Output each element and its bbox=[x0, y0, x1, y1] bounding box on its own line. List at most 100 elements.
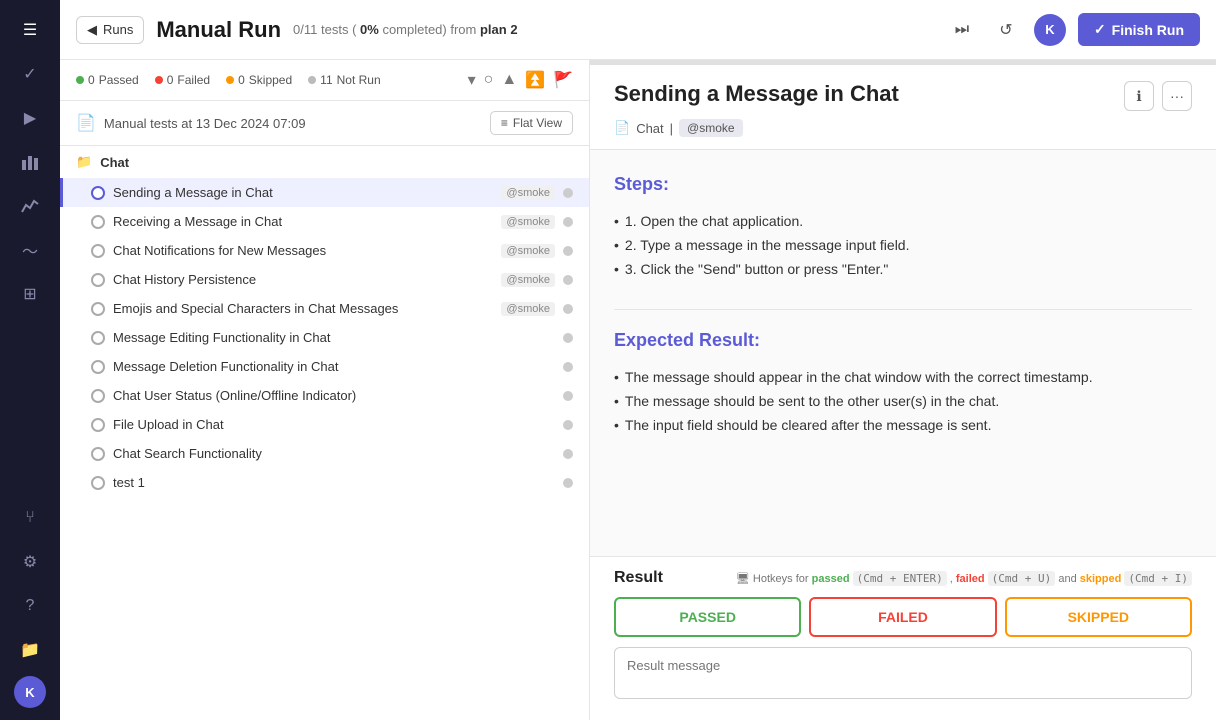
test-detail-actions: ℹ ··· bbox=[1124, 81, 1192, 111]
folder-icon[interactable]: 📁 bbox=[12, 632, 48, 668]
test-run-status bbox=[563, 275, 573, 285]
skipped-status: 0 Skipped bbox=[226, 73, 292, 87]
chat-folder-icon: 📁 bbox=[76, 154, 92, 170]
test-run-status bbox=[563, 362, 573, 372]
grid-icon[interactable]: ⊞ bbox=[12, 276, 48, 312]
test-list-header: 📄 Manual tests at 13 Dec 2024 07:09 ≡ Fl… bbox=[60, 101, 589, 146]
test-list-item[interactable]: Sending a Message in Chat@smoke bbox=[60, 178, 589, 207]
play-icon[interactable]: ▶ bbox=[12, 100, 48, 136]
step-item: 3. Click the "Send" button or press "Ent… bbox=[614, 257, 1192, 281]
steps-title: Steps: bbox=[614, 174, 1192, 195]
test-item-name: Chat Notifications for New Messages bbox=[113, 243, 493, 258]
test-list-item[interactable]: test 1 bbox=[60, 468, 589, 497]
branch-icon[interactable]: ⑂ bbox=[12, 500, 48, 536]
step-item: 2. Type a message in the message input f… bbox=[614, 233, 1192, 257]
steps-section: Steps: 1. Open the chat application.2. T… bbox=[614, 174, 1192, 281]
test-item-name: test 1 bbox=[113, 475, 555, 490]
expected-list: The message should appear in the chat wi… bbox=[614, 365, 1192, 437]
test-list-item[interactable]: Chat Notifications for New Messages@smok… bbox=[60, 236, 589, 265]
test-list-item[interactable]: Message Editing Functionality in Chat bbox=[60, 323, 589, 352]
test-list-item[interactable]: Message Deletion Functionality in Chat bbox=[60, 352, 589, 381]
double-up-icon[interactable]: ⏫ bbox=[525, 70, 545, 90]
info-button[interactable]: ℹ bbox=[1124, 81, 1154, 111]
test-list-item[interactable]: Emojis and Special Characters in Chat Me… bbox=[60, 294, 589, 323]
passed-button[interactable]: PASSED bbox=[614, 597, 801, 637]
run-progress-subtitle: 0/11 tests ( 0% completed) from plan 2 bbox=[293, 22, 518, 37]
test-run-status bbox=[563, 217, 573, 227]
test-run-status bbox=[563, 246, 573, 256]
test-item-name: File Upload in Chat bbox=[113, 417, 555, 432]
test-item-name: Emojis and Special Characters in Chat Me… bbox=[113, 301, 493, 316]
filter-dropdown-icon[interactable]: ▾ bbox=[468, 70, 476, 90]
flag-icon[interactable]: 🚩 bbox=[553, 70, 573, 90]
right-panel: Sending a Message in Chat ℹ ··· 📄 Chat |… bbox=[590, 60, 1216, 720]
reset-icon[interactable]: ○ bbox=[484, 71, 494, 89]
test-run-status bbox=[563, 391, 573, 401]
test-status-circle bbox=[91, 302, 105, 316]
test-run-status bbox=[563, 420, 573, 430]
test-status-circle bbox=[91, 215, 105, 229]
test-list: Sending a Message in Chat@smokeReceiving… bbox=[60, 178, 589, 720]
skipped-hotkey-label: skipped bbox=[1080, 573, 1122, 585]
test-item-name: Chat Search Functionality bbox=[113, 446, 555, 461]
flat-view-button[interactable]: ≡ Flat View bbox=[490, 111, 573, 135]
expected-item: The input field should be cleared after … bbox=[614, 413, 1192, 437]
hotkeys-text: 🖥 Hotkeys for passed (Cmd + ENTER) , fai… bbox=[736, 572, 1192, 585]
test-detail-meta: 📄 Chat | @smoke bbox=[614, 119, 1192, 137]
passed-status: 0 Passed bbox=[76, 73, 139, 87]
skipped-button[interactable]: SKIPPED bbox=[1005, 597, 1192, 637]
test-list-item[interactable]: Chat Search Functionality bbox=[60, 439, 589, 468]
chevron-up-icon[interactable]: ▲ bbox=[501, 71, 517, 89]
status-bar: 0 Passed 0 Failed 0 Skipped 11 Not Run bbox=[60, 60, 589, 101]
result-buttons: PASSED FAILED SKIPPED bbox=[614, 597, 1192, 637]
file-icon: 📄 bbox=[76, 113, 96, 133]
check-icon[interactable]: ✓ bbox=[12, 56, 48, 92]
finish-run-button[interactable]: ✓ Finish Run bbox=[1078, 13, 1200, 46]
smoke-tag: @smoke bbox=[679, 119, 743, 137]
not-run-dot bbox=[308, 76, 316, 84]
test-item-tag: @smoke bbox=[501, 302, 555, 316]
user-avatar-topbar[interactable]: K bbox=[1034, 14, 1066, 46]
test-run-status bbox=[563, 449, 573, 459]
test-list-item[interactable]: Chat History Persistence@smoke bbox=[60, 265, 589, 294]
fast-forward-icon[interactable]: ⏭ bbox=[946, 14, 978, 46]
expected-title: Expected Result: bbox=[614, 330, 1192, 351]
test-list-item[interactable]: Receiving a Message in Chat@smoke bbox=[60, 207, 589, 236]
wave-icon[interactable]: 〜 bbox=[12, 232, 48, 268]
test-status-circle bbox=[91, 244, 105, 258]
failed-button[interactable]: FAILED bbox=[809, 597, 996, 637]
chart-bar-icon[interactable] bbox=[12, 144, 48, 180]
test-status-circle bbox=[91, 331, 105, 345]
page-title: Manual Run bbox=[156, 17, 281, 43]
breadcrumb-chat: Chat bbox=[636, 121, 663, 136]
test-item-name: Message Editing Functionality in Chat bbox=[113, 330, 555, 345]
skipped-dot bbox=[226, 76, 234, 84]
refresh-icon[interactable]: ↺ bbox=[990, 14, 1022, 46]
test-list-item[interactable]: Chat User Status (Online/Offline Indicat… bbox=[60, 381, 589, 410]
test-detail-title: Sending a Message in Chat bbox=[614, 81, 899, 107]
result-section: Result 🖥 Hotkeys for passed (Cmd + ENTER… bbox=[590, 556, 1216, 720]
test-item-name: Sending a Message in Chat bbox=[113, 185, 493, 200]
chevron-left-icon: ◀ bbox=[87, 22, 97, 38]
test-list-item[interactable]: File Upload in Chat bbox=[60, 410, 589, 439]
hamburger-icon[interactable]: ☰ bbox=[12, 12, 48, 48]
test-status-circle bbox=[91, 360, 105, 374]
topbar: ◀ Runs Manual Run 0/11 tests ( 0% comple… bbox=[60, 0, 1216, 60]
result-message-input[interactable] bbox=[614, 647, 1192, 699]
settings-icon[interactable]: ⚙ bbox=[12, 544, 48, 580]
runs-button[interactable]: ◀ Runs bbox=[76, 16, 144, 44]
test-status-circle bbox=[91, 447, 105, 461]
test-status-circle bbox=[91, 476, 105, 490]
result-title: Result bbox=[614, 569, 663, 587]
checkmark-icon: ✓ bbox=[1094, 21, 1106, 38]
test-item-name: Receiving a Message in Chat bbox=[113, 214, 493, 229]
user-avatar-nav[interactable]: K bbox=[14, 676, 46, 708]
breadcrumb-icon: 📄 bbox=[614, 120, 630, 136]
line-chart-icon[interactable] bbox=[12, 188, 48, 224]
test-status-circle bbox=[91, 418, 105, 432]
more-options-button[interactable]: ··· bbox=[1162, 81, 1192, 111]
test-run-status bbox=[563, 304, 573, 314]
failed-dot bbox=[155, 76, 163, 84]
help-icon[interactable]: ? bbox=[12, 588, 48, 624]
test-item-tag: @smoke bbox=[501, 273, 555, 287]
